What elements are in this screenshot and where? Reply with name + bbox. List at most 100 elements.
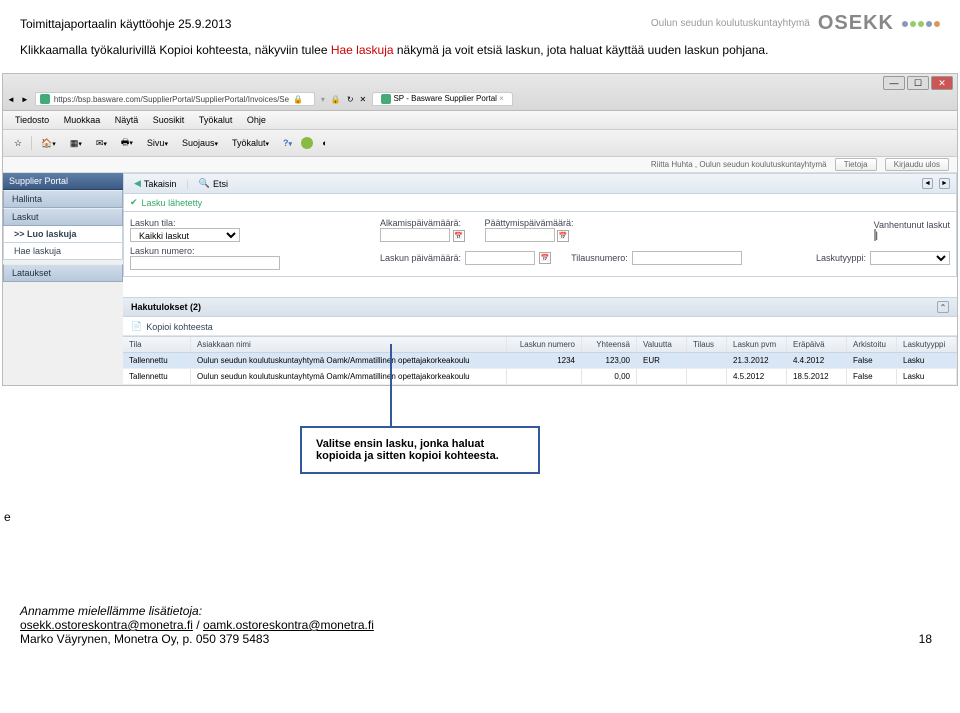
scroll-left-icon[interactable]: ◄ xyxy=(922,178,933,189)
col-erapaiva[interactable]: Eräpäivä xyxy=(787,337,847,352)
select-tyyppi[interactable] xyxy=(870,251,950,265)
toolbar-tyokalut[interactable]: Työkalut▾ xyxy=(227,136,274,150)
home-icon[interactable]: 🏠▾ xyxy=(36,136,61,151)
col-yhteensa[interactable]: Yhteensä xyxy=(582,337,637,352)
sidebar-lataukset[interactable]: Lataukset xyxy=(3,264,123,282)
label-paattymis: Päättymispäivämäärä: xyxy=(485,218,574,228)
sidebar-header: Supplier Portal xyxy=(3,173,123,190)
results-header: Hakutulokset (2) ⌃ xyxy=(123,297,957,317)
select-tila[interactable]: Kaikki laskut xyxy=(130,228,240,242)
intro-text: Klikkaamalla työkalurivillä Kopioi kohte… xyxy=(0,43,960,63)
sidebar-hallinta[interactable]: Hallinta xyxy=(3,190,123,208)
user-strip: Riitta Huhta , Oulun seudun koulutuskunt… xyxy=(3,157,957,173)
intro-highlight: Hae laskuja xyxy=(331,43,394,57)
back-icon[interactable]: ◄ xyxy=(7,95,15,104)
email-link-1[interactable]: osekk.ostoreskontra@monetra.fi xyxy=(20,618,193,632)
input-paiva[interactable] xyxy=(465,251,535,265)
input-numero[interactable] xyxy=(130,256,280,270)
help-icon[interactable]: ?▾ xyxy=(278,136,297,150)
browser-tab[interactable]: SP - Basware Supplier Portal × xyxy=(372,92,513,106)
sidebar-hae-laskuja[interactable]: Hae laskuja xyxy=(3,243,123,260)
feed-icon[interactable]: ▦▾ xyxy=(65,136,87,151)
screenshot: — ☐ ✕ ◄ ► https://bsp.basware.com/Suppli… xyxy=(2,73,958,386)
col-valuutta[interactable]: Valuutta xyxy=(637,337,687,352)
toolbar-sivu[interactable]: Sivu▾ xyxy=(142,136,173,150)
logo-area: Oulun seudun koulutuskuntayhtymä OSEKK xyxy=(651,12,940,35)
lock-icon: 🔒 xyxy=(293,95,303,104)
col-tila[interactable]: Tila xyxy=(123,337,191,352)
menu-muokkaa[interactable]: Muokkaa xyxy=(58,113,107,127)
calendar-icon[interactable]: 📅 xyxy=(539,252,551,264)
label-tyyppi: Laskutyyppi: xyxy=(816,253,866,263)
table-row[interactable]: Tallennettu Oulun seudun koulutuskuntayh… xyxy=(123,369,957,385)
callout-wrap: Valitse ensin lasku, jonka haluat kopioi… xyxy=(0,386,960,506)
tietoja-button[interactable]: Tietoja xyxy=(835,158,877,171)
label-paiva: Laskun päivämäärä: xyxy=(380,253,461,263)
col-pvm[interactable]: Laskun pvm xyxy=(727,337,787,352)
back-arrow-icon: ◀ xyxy=(134,178,141,189)
action-toolbar: ◀ Takaisin | 🔍 Etsi ◄ ► xyxy=(123,173,957,194)
close-icon[interactable]: ✕ xyxy=(931,76,953,90)
user-info: Riitta Huhta , Oulun seudun koulutuskunt… xyxy=(651,160,827,169)
browser-chrome: — ☐ ✕ ◄ ► https://bsp.basware.com/Suppli… xyxy=(3,74,957,111)
url-bar[interactable]: https://bsp.basware.com/SupplierPortal/S… xyxy=(54,95,289,104)
scroll-right-icon[interactable]: ► xyxy=(939,178,950,189)
sidebar-laskut[interactable]: Laskut xyxy=(3,208,123,226)
favicon-icon xyxy=(40,94,50,104)
sidebar-luo-laskuja[interactable]: >> Luo laskuja xyxy=(3,226,123,243)
doc-title: Toimittajaportaalin käyttöohje 25.9.2013 xyxy=(20,17,231,31)
menu-nayta[interactable]: Näytä xyxy=(109,113,145,127)
filter-panel: Laskun tila: Kaikki laskut Alkamispäiväm… xyxy=(123,212,957,277)
calendar-icon[interactable]: 📅 xyxy=(453,230,465,242)
menu-ohje[interactable]: Ohje xyxy=(241,113,272,127)
col-tyyppi[interactable]: Laskutyyppi xyxy=(897,337,957,352)
table-row[interactable]: Tallennettu Oulun seudun koulutuskuntayh… xyxy=(123,353,957,369)
forward-icon[interactable]: ► xyxy=(21,95,29,104)
kopioi-button[interactable]: 📄 Kopioi kohteesta xyxy=(131,321,213,332)
checkbox-vanhentunut[interactable] xyxy=(874,229,876,241)
minimize-icon[interactable]: — xyxy=(883,76,905,90)
input-alkamis[interactable] xyxy=(380,228,450,242)
input-tilausnum[interactable] xyxy=(632,251,742,265)
footer-contact: Marko Väyrynen, Monetra Oy, p. 050 379 5… xyxy=(20,632,940,646)
e-marker: e xyxy=(0,506,960,524)
col-numero[interactable]: Laskun numero xyxy=(507,337,582,352)
page-number: 18 xyxy=(919,632,932,646)
print-icon[interactable]: 🖶▾ xyxy=(116,133,138,153)
etsi-button[interactable]: 🔍 Etsi xyxy=(195,177,232,190)
logo-main: OSEKK xyxy=(818,12,894,35)
main-panel: ◀ Takaisin | 🔍 Etsi ◄ ► ✔ Lasku lähetett… xyxy=(123,173,957,385)
menu-tyokalut[interactable]: Työkalut xyxy=(193,113,239,127)
table-header: Tila Asiakkaan nimi Laskun numero Yhteen… xyxy=(123,336,957,353)
footer: Annamme mielellämme lisätietoja: osekk.o… xyxy=(0,524,960,656)
takaisin-button[interactable]: ◀ Takaisin xyxy=(130,177,180,190)
collapse-icon[interactable]: ⌃ xyxy=(937,301,949,313)
callout-box: Valitse ensin lasku, jonka haluat kopioi… xyxy=(300,426,540,474)
search-icon: 🔍 xyxy=(199,178,210,189)
maximize-icon[interactable]: ☐ xyxy=(907,76,929,90)
label-tilausnum: Tilausnumero: xyxy=(571,253,628,263)
callout-connector xyxy=(390,344,392,426)
label-numero: Laskun numero: xyxy=(130,246,280,256)
email-link-2[interactable]: oamk.ostoreskontra@monetra.fi xyxy=(203,618,374,632)
norton-icon[interactable] xyxy=(301,137,313,149)
col-arkistoitu[interactable]: Arkistoitu xyxy=(847,337,897,352)
menu-suosikit[interactable]: Suosikit xyxy=(147,113,191,127)
input-paattymis[interactable] xyxy=(485,228,555,242)
favorites-icon[interactable]: ☆ xyxy=(9,136,27,151)
menu-tiedosto[interactable]: Tiedosto xyxy=(9,113,55,127)
copy-icon: 📄 xyxy=(131,321,142,332)
logout-button[interactable]: Kirjaudu ulos xyxy=(885,158,949,171)
label-vanhentunut: Vanhentunut laskut xyxy=(874,220,950,230)
extra-icon[interactable]: ◐ xyxy=(317,136,332,150)
col-asiakas[interactable]: Asiakkaan nimi xyxy=(191,337,507,352)
calendar-icon[interactable]: 📅 xyxy=(557,230,569,242)
label-tila: Laskun tila: xyxy=(130,218,240,228)
col-tilaus[interactable]: Tilaus xyxy=(687,337,727,352)
mail-icon[interactable]: ✉▾ xyxy=(91,136,112,151)
label-alkamis: Alkamispäivämäärä: xyxy=(380,218,465,228)
toolbar: ☆ 🏠▾ ▦▾ ✉▾ 🖶▾ Sivu▾ Suojaus▾ Työkalut▾ ?… xyxy=(3,130,957,157)
toolbar-suojaus[interactable]: Suojaus▾ xyxy=(177,136,223,150)
sidebar: Supplier Portal Hallinta Laskut >> Luo l… xyxy=(3,173,123,385)
status-ribbon: ✔ Lasku lähetetty xyxy=(123,194,957,212)
